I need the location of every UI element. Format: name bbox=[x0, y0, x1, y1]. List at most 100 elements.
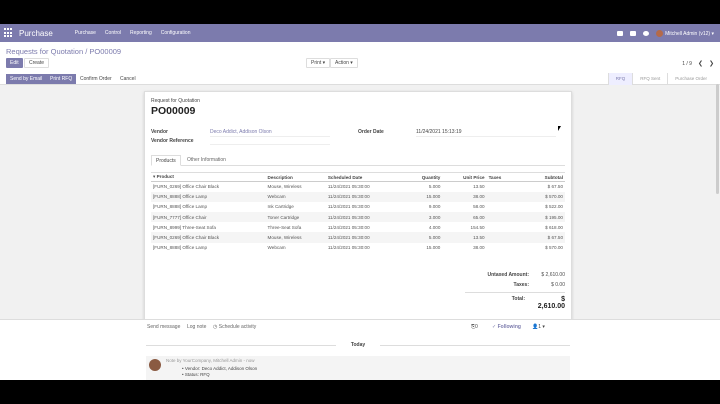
col-product-label: Product bbox=[156, 174, 174, 179]
cell-quantity: 3.000 bbox=[398, 212, 443, 223]
send-message-button[interactable]: Send message bbox=[147, 324, 180, 330]
chat-icon[interactable] bbox=[630, 30, 637, 36]
cell-subtotal: $ 618.00 bbox=[545, 224, 563, 230]
mouse-cursor-icon bbox=[558, 126, 561, 131]
cell-scheduled-date: 11/24/2021 05:30:00 bbox=[327, 245, 370, 251]
cell-quantity: 4.000 bbox=[428, 224, 441, 230]
tab-other-information[interactable]: Other Information bbox=[183, 155, 230, 166]
cancel-button[interactable]: Cancel bbox=[116, 74, 140, 84]
page-scrollbar[interactable] bbox=[716, 84, 719, 194]
menu-purchase[interactable]: Purchase bbox=[75, 30, 96, 36]
bug-icon[interactable] bbox=[617, 30, 624, 36]
app-brand[interactable]: Purchase bbox=[19, 29, 53, 38]
message-header: Note by YourCompany, Mitchell Admin - no… bbox=[166, 358, 255, 363]
breadcrumb: Requests for Quotation / PO00009 bbox=[6, 47, 121, 56]
col-product[interactable]: ▾ Product bbox=[151, 172, 266, 182]
total-value: $ 2,610.00 bbox=[537, 296, 565, 310]
col-description[interactable]: Description bbox=[265, 172, 326, 182]
table-row[interactable]: [FURN_8888] Office Lamp Webcam 11/24/202… bbox=[151, 243, 565, 253]
table-row[interactable]: [FURN_0269] Office Chair Black Mouse, Wi… bbox=[151, 182, 565, 192]
vendor-field[interactable]: Deco Addict, Addison Olson bbox=[210, 129, 330, 137]
cell-taxes bbox=[486, 212, 515, 223]
status-bar: Send by Email Print RFQ Confirm Order Ca… bbox=[0, 73, 720, 85]
chevron-right-icon[interactable]: ❯ bbox=[709, 60, 714, 67]
menu-control[interactable]: Control bbox=[105, 30, 121, 36]
cell-taxes bbox=[487, 182, 515, 192]
date-separator: Today bbox=[146, 342, 570, 348]
col-subtotal[interactable]: Subtotal bbox=[514, 172, 565, 182]
chatter: Send message Log note ◷ Schedule activit… bbox=[0, 319, 720, 380]
pager-value[interactable]: 1 / 9 bbox=[682, 61, 692, 67]
col-unit-price[interactable]: Unit Price bbox=[442, 172, 487, 182]
cell-product: [FURN_0269] Office Chair Black bbox=[151, 232, 266, 243]
cell-product: [FURN_8888] Office Lamp bbox=[153, 204, 208, 210]
user-avatar bbox=[656, 29, 664, 37]
cell-unit-price: 13.50 bbox=[442, 232, 487, 243]
cell-taxes bbox=[486, 232, 515, 243]
table-header-row: ▾ Product Description Scheduled Date Qua… bbox=[151, 172, 565, 182]
create-button[interactable]: Create bbox=[24, 58, 50, 68]
table-row[interactable]: [FURN_8888] Office Lamp Ink Cartridge 11… bbox=[151, 202, 565, 212]
col-quantity[interactable]: Quantity bbox=[398, 172, 443, 182]
print-dropdown[interactable]: Print ▾ bbox=[306, 58, 331, 68]
order-lines-table: ▾ Product Description Scheduled Date Qua… bbox=[151, 172, 565, 253]
action-dropdown[interactable]: Action ▾ bbox=[330, 58, 358, 68]
schedule-activity-label: Schedule activity bbox=[218, 324, 257, 330]
col-taxes[interactable]: Taxes bbox=[486, 172, 515, 182]
send-email-button[interactable]: Send by Email bbox=[6, 74, 47, 84]
confirm-order-button[interactable]: Confirm Order bbox=[76, 74, 116, 84]
chatter-message: Note by YourCompany, Mitchell Admin - no… bbox=[146, 356, 570, 380]
stage-rfq[interactable]: RFQ bbox=[607, 73, 633, 85]
cell-quantity: 5.000 bbox=[428, 184, 441, 190]
cell-description: Mouse, Wireless bbox=[265, 232, 326, 243]
apps-menu-icon[interactable] bbox=[4, 28, 14, 38]
table-row[interactable]: [FURN_7777] Office Chair Toner Cartridge… bbox=[151, 212, 565, 223]
action-label: Action bbox=[335, 60, 349, 66]
print-rfq-button[interactable]: Print RFQ bbox=[46, 74, 77, 84]
cell-taxes bbox=[487, 222, 515, 232]
breadcrumb-parent[interactable]: Requests for Quotation bbox=[6, 47, 83, 56]
following-button[interactable]: ✓ Following bbox=[492, 324, 521, 330]
followers-button[interactable]: 👤1 ▾ bbox=[532, 324, 545, 330]
cell-product: [FURN_8999] Three-Seat Sofa bbox=[153, 224, 216, 230]
tab-products[interactable]: Products bbox=[151, 155, 181, 166]
chevron-left-icon[interactable]: ❮ bbox=[698, 60, 703, 67]
user-menu[interactable]: Mitchell Admin (v12) ▾ bbox=[656, 29, 714, 37]
table-row[interactable]: [FURN_8999] Three-Seat Sofa Three-Seat S… bbox=[151, 222, 565, 232]
activity-clock-icon[interactable] bbox=[643, 30, 650, 36]
stage-purchase-order[interactable]: Purchase Order bbox=[667, 73, 714, 85]
taxes-value: $ 0.00 bbox=[551, 282, 565, 288]
schedule-activity-button[interactable]: ◷ Schedule activity bbox=[213, 324, 256, 330]
order-date-field[interactable]: 11/24/2021 15:13:19 bbox=[416, 129, 556, 137]
status-stages: RFQ RFQ Sent Purchase Order bbox=[607, 73, 714, 85]
cell-quantity: 15.000 bbox=[426, 245, 441, 251]
vendor-reference-field[interactable] bbox=[210, 138, 330, 145]
table-row[interactable]: [FURN_0269] Office Chair Black Mouse, Wi… bbox=[151, 232, 565, 243]
col-scheduled-date[interactable]: Scheduled Date bbox=[325, 172, 399, 182]
cell-description: Three-Seat Sofa bbox=[267, 224, 302, 230]
cell-scheduled-date: 11/24/2021 05:30:00 bbox=[327, 204, 370, 210]
cell-subtotal: $ 67.50 bbox=[547, 184, 563, 190]
taxes-row: Taxes: $ 0.00 bbox=[465, 282, 565, 288]
table-row[interactable]: [FURN_8888] Office Lamp Webcam 11/24/202… bbox=[151, 191, 565, 202]
document-name: PO00009 bbox=[151, 105, 196, 117]
stage-rfq-sent[interactable]: RFQ Sent bbox=[632, 73, 667, 85]
taxes-label: Taxes: bbox=[513, 282, 529, 288]
cell-description: Toner Cartridge bbox=[265, 212, 326, 223]
vendor-reference-label: Vendor Reference bbox=[151, 138, 194, 144]
menu-configuration[interactable]: Configuration bbox=[161, 30, 191, 36]
author-avatar[interactable] bbox=[149, 359, 161, 371]
cell-unit-price: 58.00 bbox=[473, 204, 485, 210]
cell-unit-price: 13.50 bbox=[473, 184, 485, 190]
message-body: • Vendor: Deco Addict, Addison Olson • S… bbox=[182, 366, 257, 378]
menu-reporting[interactable]: Reporting bbox=[130, 30, 152, 36]
cell-description: Webcam bbox=[265, 191, 326, 202]
attachments-button[interactable]: ⎘0 bbox=[471, 324, 478, 330]
cell-quantity: 5.000 bbox=[398, 232, 443, 243]
cell-scheduled-date: 11/24/2021 05:30:00 bbox=[325, 191, 399, 202]
total-label: Total: bbox=[511, 296, 525, 302]
log-note-button[interactable]: Log note bbox=[187, 324, 206, 330]
edit-button[interactable]: Edit bbox=[6, 58, 23, 68]
caret-down-icon: ▾ bbox=[322, 60, 326, 66]
cell-quantity: 9.000 bbox=[428, 204, 441, 210]
